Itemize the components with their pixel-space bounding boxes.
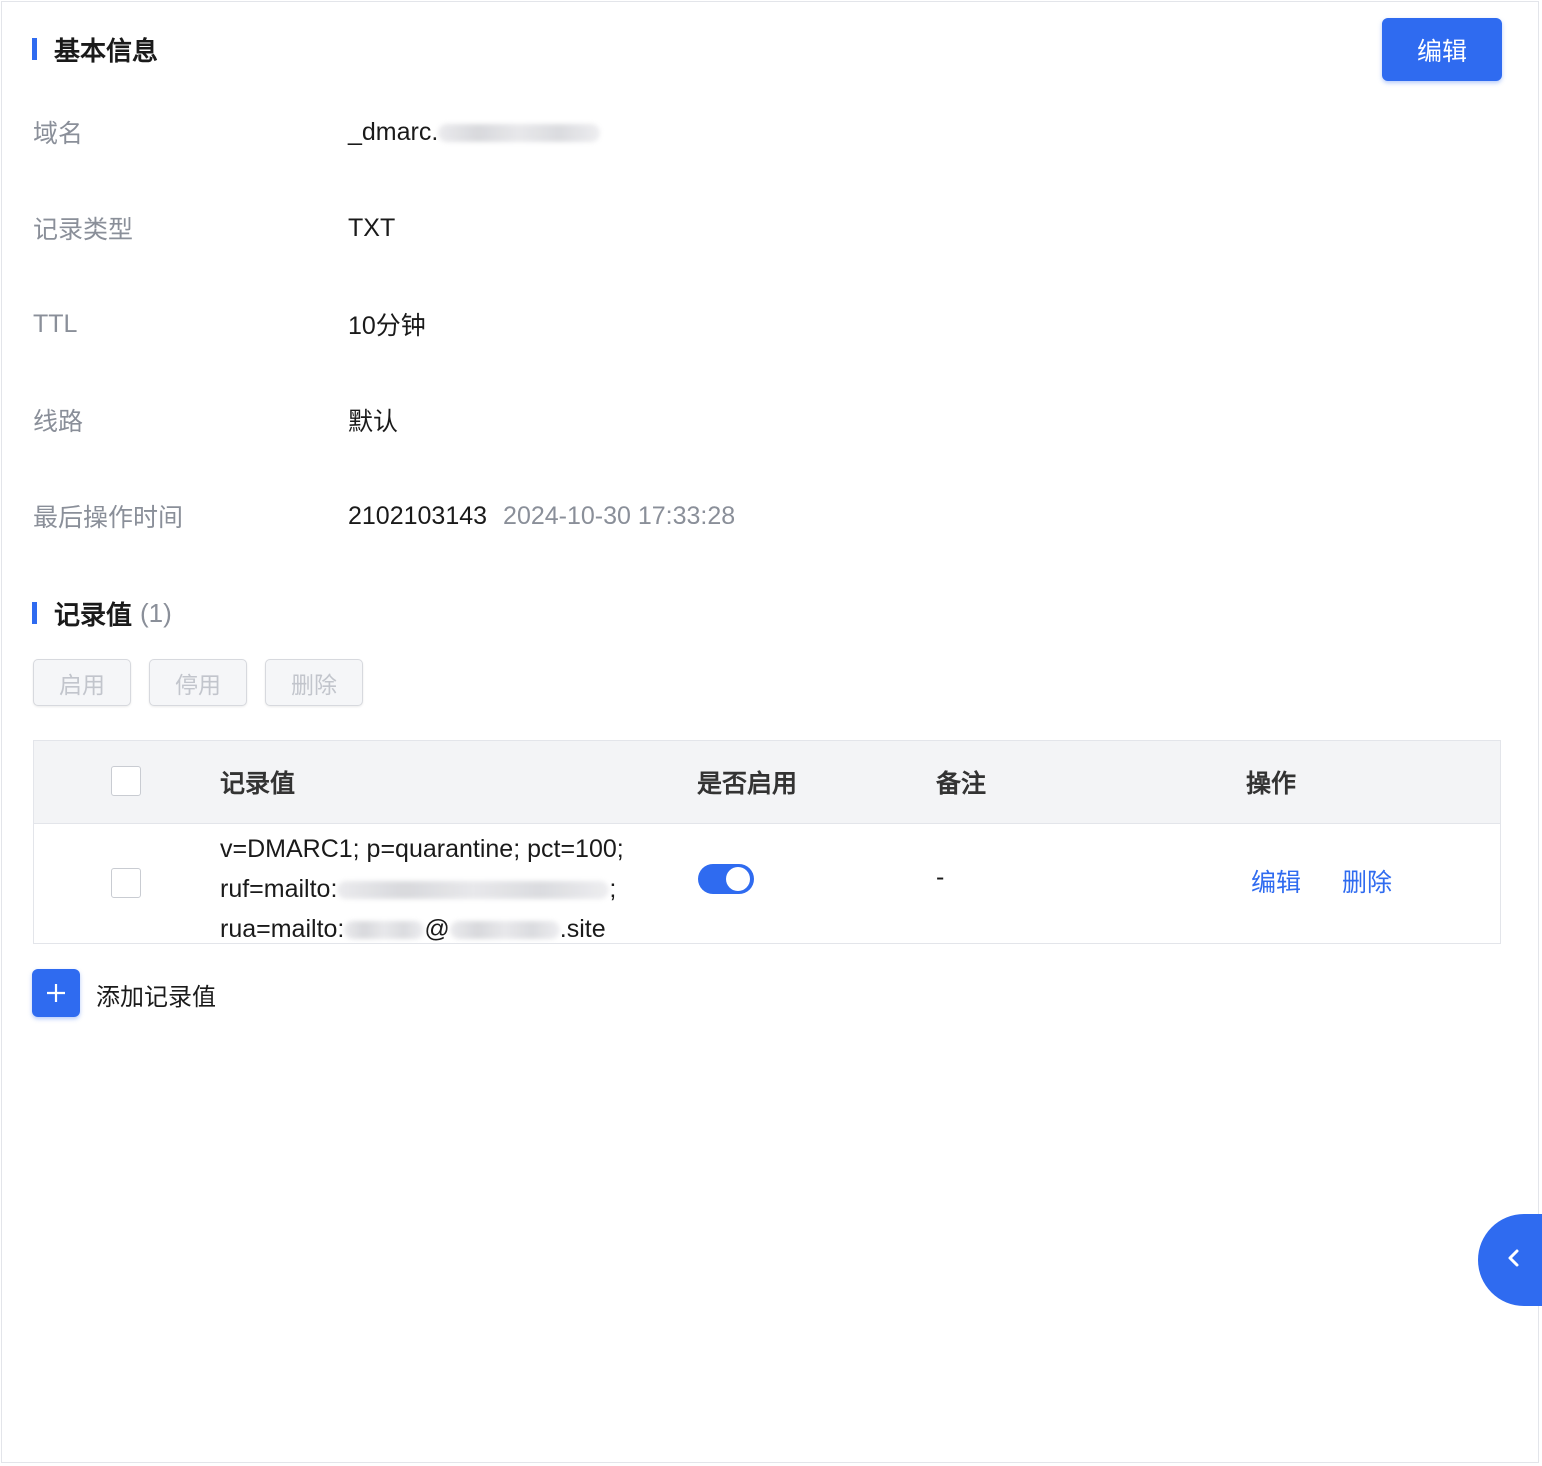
section-records: 记录值 (1): [32, 597, 172, 630]
line-label: 线路: [33, 408, 84, 436]
row-checkbox[interactable]: [111, 868, 141, 898]
column-header-remark: 备注: [936, 770, 987, 798]
line-value: 默认: [348, 408, 399, 436]
ttl-label: TTL: [33, 309, 78, 338]
last-op-user: 2102103143: [348, 501, 488, 530]
add-record-button[interactable]: [32, 969, 80, 1017]
toggle-knob: [726, 867, 750, 891]
records-table: 记录值 是否启用 备注 操作 v=DMARC1; p=quarantine; p…: [33, 740, 1501, 944]
row-edit-link[interactable]: 编辑: [1251, 863, 1301, 899]
type-value: TXT: [348, 213, 396, 242]
domain-prefix: _dmarc.: [348, 117, 439, 146]
add-record-label[interactable]: 添加记录值: [96, 977, 216, 1012]
table-row: v=DMARC1; p=quarantine; pct=100; ruf=mai…: [34, 823, 1500, 944]
redacted-text: [438, 123, 601, 142]
ruf-suffix: ;: [609, 875, 617, 903]
ruf-prefix: ruf=mailto:: [220, 875, 338, 903]
section-accent-bar: [32, 602, 37, 624]
ttl-value: 10分钟: [348, 312, 426, 340]
rua-prefix: rua=mailto:: [220, 915, 345, 943]
section-title: 记录值: [54, 599, 133, 630]
delete-batch-button[interactable]: 删除: [265, 659, 363, 706]
select-all-checkbox[interactable]: [111, 766, 141, 796]
last-op-value: 2102103143 2024-10-30 17:33:28: [348, 502, 735, 531]
rua-at: @: [424, 915, 450, 943]
plus-icon: [45, 976, 67, 1010]
domain-label: 域名: [33, 120, 84, 148]
section-title: 基本信息: [54, 35, 159, 66]
last-op-time: 2024-10-30 17:33:28: [503, 501, 736, 530]
last-op-label: 最后操作时间: [33, 504, 184, 532]
column-header-value: 记录值: [220, 770, 296, 798]
redacted-text: [344, 921, 425, 940]
enabled-toggle[interactable]: [698, 864, 754, 894]
domain-value: _dmarc.: [348, 117, 601, 147]
remark-value: -: [936, 863, 945, 891]
record-count: (1): [140, 597, 172, 628]
chevron-left-icon: [1498, 1247, 1522, 1274]
rua-suffix: .site: [559, 915, 606, 943]
redacted-text: [449, 921, 560, 940]
redacted-text: [337, 881, 610, 900]
column-header-actions: 操作: [1246, 770, 1297, 798]
disable-button[interactable]: 停用: [149, 659, 247, 706]
record-line-3: rua=mailto: @ .site: [220, 909, 624, 949]
type-label: 记录类型: [33, 216, 134, 244]
enable-button[interactable]: 启用: [33, 659, 131, 706]
edit-button[interactable]: 编辑: [1382, 18, 1502, 81]
section-basic-info: 基本信息: [32, 34, 158, 66]
row-delete-link[interactable]: 删除: [1342, 863, 1392, 899]
record-line-1: v=DMARC1; p=quarantine; pct=100;: [220, 835, 624, 863]
table-header: 记录值 是否启用 备注 操作: [34, 741, 1500, 824]
section-accent-bar: [32, 38, 37, 60]
record-line-2: ruf=mailto:;: [220, 869, 624, 909]
column-header-enabled: 是否启用: [697, 770, 798, 798]
record-value: v=DMARC1; p=quarantine; pct=100; ruf=mai…: [220, 829, 624, 949]
